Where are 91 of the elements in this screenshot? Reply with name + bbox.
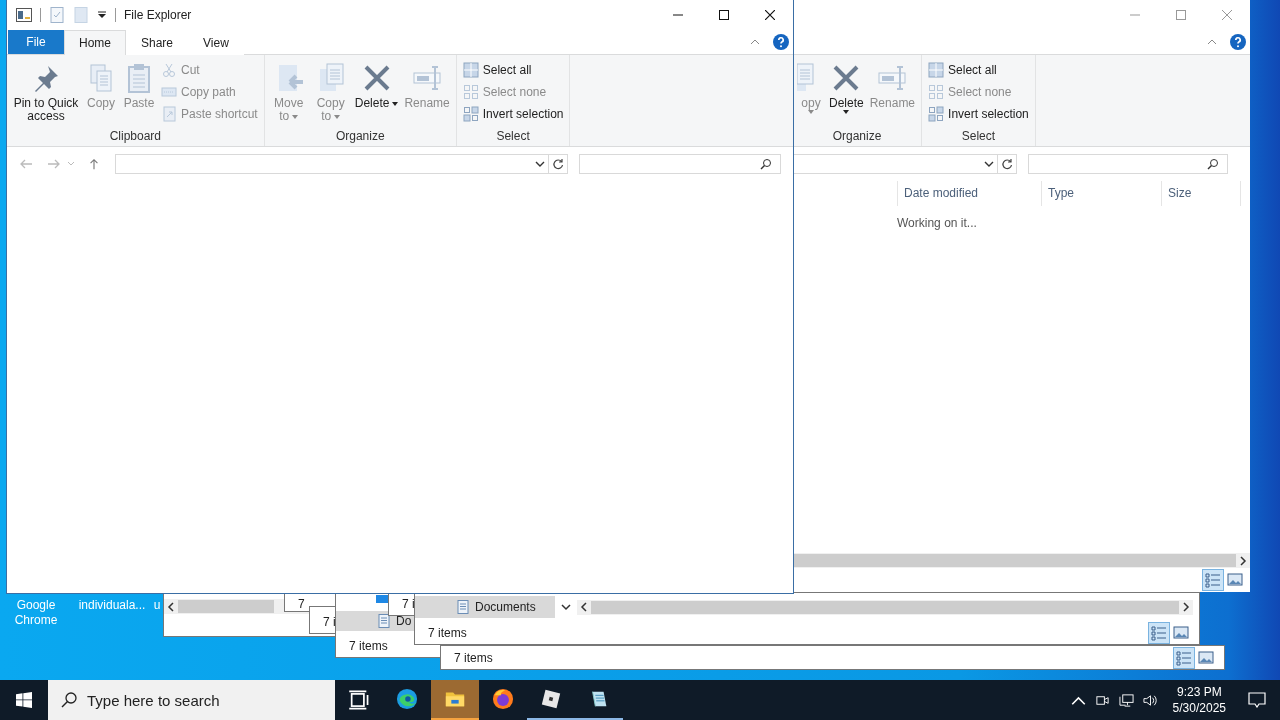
scrollbar-thumb[interactable]: [793, 554, 1236, 567]
search-icon: [1207, 158, 1219, 170]
list-item[interactable]: Documents: [415, 596, 555, 618]
ribbon-button[interactable]: Invert selection: [926, 105, 1031, 123]
scissors-icon: [161, 62, 177, 78]
clock-time: 9:23 PM: [1176, 684, 1222, 700]
scrollbar-thumb[interactable]: [178, 600, 274, 613]
status-text: 7 items: [454, 651, 493, 665]
group-label: Organize: [831, 129, 883, 145]
chevron-down-icon[interactable]: [561, 603, 571, 611]
details-view-icon[interactable]: [1203, 570, 1223, 590]
forward-arrow-icon[interactable]: [47, 158, 61, 170]
scrollbar[interactable]: [793, 553, 1250, 568]
caret-up-icon[interactable]: [750, 39, 760, 45]
close-icon[interactable]: [765, 10, 775, 20]
search-icon: [760, 158, 772, 170]
notifications-icon[interactable]: [1248, 692, 1266, 708]
refresh-button[interactable]: [549, 154, 568, 174]
status-text: 7 items: [428, 626, 467, 640]
dropdown-icon[interactable]: [97, 10, 107, 20]
clock[interactable]: 9:23 PM 5/30/2025: [1162, 684, 1234, 716]
details-view-icon[interactable]: [1174, 648, 1194, 668]
caret-up-icon[interactable]: [1207, 39, 1217, 45]
group-label: Select: [960, 129, 997, 145]
status-text: 7: [298, 597, 305, 611]
chevron-right-icon[interactable]: [1239, 555, 1247, 566]
window-title: File Explorer: [124, 8, 192, 22]
group-label: Organize: [334, 129, 386, 145]
caret-down-icon: [392, 101, 399, 106]
status-text: 7 items: [349, 639, 388, 653]
chevron-left-icon[interactable]: [167, 601, 175, 612]
caret-down-icon: [334, 114, 341, 119]
status-text: 7 i: [323, 615, 336, 629]
dotted-grid-icon: [462, 84, 479, 100]
grid-icon: [928, 106, 945, 122]
chevron-right-icon[interactable]: [1182, 602, 1190, 612]
grid-icon: [462, 106, 479, 122]
loading-message: Working on it...: [897, 216, 978, 230]
shortcut-icon: [161, 106, 177, 122]
list-item[interactable]: Do: [336, 611, 414, 631]
scrollbar-thumb[interactable]: [591, 600, 1179, 614]
search-field[interactable]: [1028, 154, 1228, 174]
maximize-icon[interactable]: [719, 10, 729, 20]
ribbon-button[interactable]: Delete: [827, 58, 866, 129]
up-arrow-icon[interactable]: [87, 158, 101, 170]
volume-icon[interactable]: [1143, 692, 1159, 708]
fox-globe-icon: [492, 688, 514, 710]
column-header[interactable]: Size: [1161, 181, 1241, 206]
search-box[interactable]: Type here to search: [48, 680, 335, 720]
network-icon[interactable]: [1119, 692, 1135, 708]
chevron-left-icon[interactable]: [580, 602, 588, 612]
search-field[interactable]: [579, 154, 781, 174]
path-icon: [161, 84, 177, 100]
task-view-icon[interactable]: [348, 689, 370, 711]
document-icon: [378, 614, 390, 628]
scrollbar[interactable]: [577, 599, 1193, 615]
group-label: Clipboard: [108, 129, 163, 145]
ribbon-button[interactable]: Pin to Quick access: [11, 58, 81, 129]
grid-icon: [462, 62, 479, 78]
windows-logo-icon[interactable]: [16, 692, 32, 708]
chevron-down-icon[interactable]: [535, 160, 545, 168]
file-menu-button[interactable]: File: [8, 30, 64, 54]
refresh-button[interactable]: [998, 154, 1017, 174]
swirl-icon: [396, 688, 418, 710]
ribbon-button[interactable]: Select all: [460, 61, 566, 79]
ribbon-tab[interactable]: Home: [64, 30, 126, 55]
checkmark-document-icon[interactable]: [49, 7, 65, 23]
help-icon[interactable]: [1230, 34, 1246, 50]
refresh-icon: [1001, 158, 1013, 170]
column-header[interactable]: Date modified: [897, 181, 1041, 206]
ribbon-button[interactable]: Select all: [926, 61, 1031, 79]
status-text: 7 i: [402, 597, 415, 611]
details-view-icon[interactable]: [1149, 623, 1169, 643]
window-icon[interactable]: [16, 7, 32, 23]
document-icon: [457, 600, 469, 614]
folder-icon: [376, 595, 388, 603]
clock-date: 5/30/2025: [1172, 700, 1226, 716]
search-icon: [61, 692, 77, 708]
grid-icon: [928, 62, 945, 78]
refresh-icon: [552, 158, 564, 170]
column-header[interactable]: Type: [1041, 181, 1161, 206]
caret-down-icon: [808, 110, 814, 114]
help-icon[interactable]: [773, 34, 789, 50]
group-label: Select: [495, 129, 531, 145]
back-arrow-icon[interactable]: [19, 158, 33, 170]
chevron-down-icon[interactable]: [984, 160, 994, 168]
caret-down-icon: [292, 114, 299, 119]
caret-down-icon: [843, 110, 850, 114]
ribbon-button[interactable]: Delete: [352, 58, 401, 129]
ribbon-button[interactable]: Invert selection: [460, 105, 566, 123]
dotted-grid-icon: [928, 84, 945, 100]
